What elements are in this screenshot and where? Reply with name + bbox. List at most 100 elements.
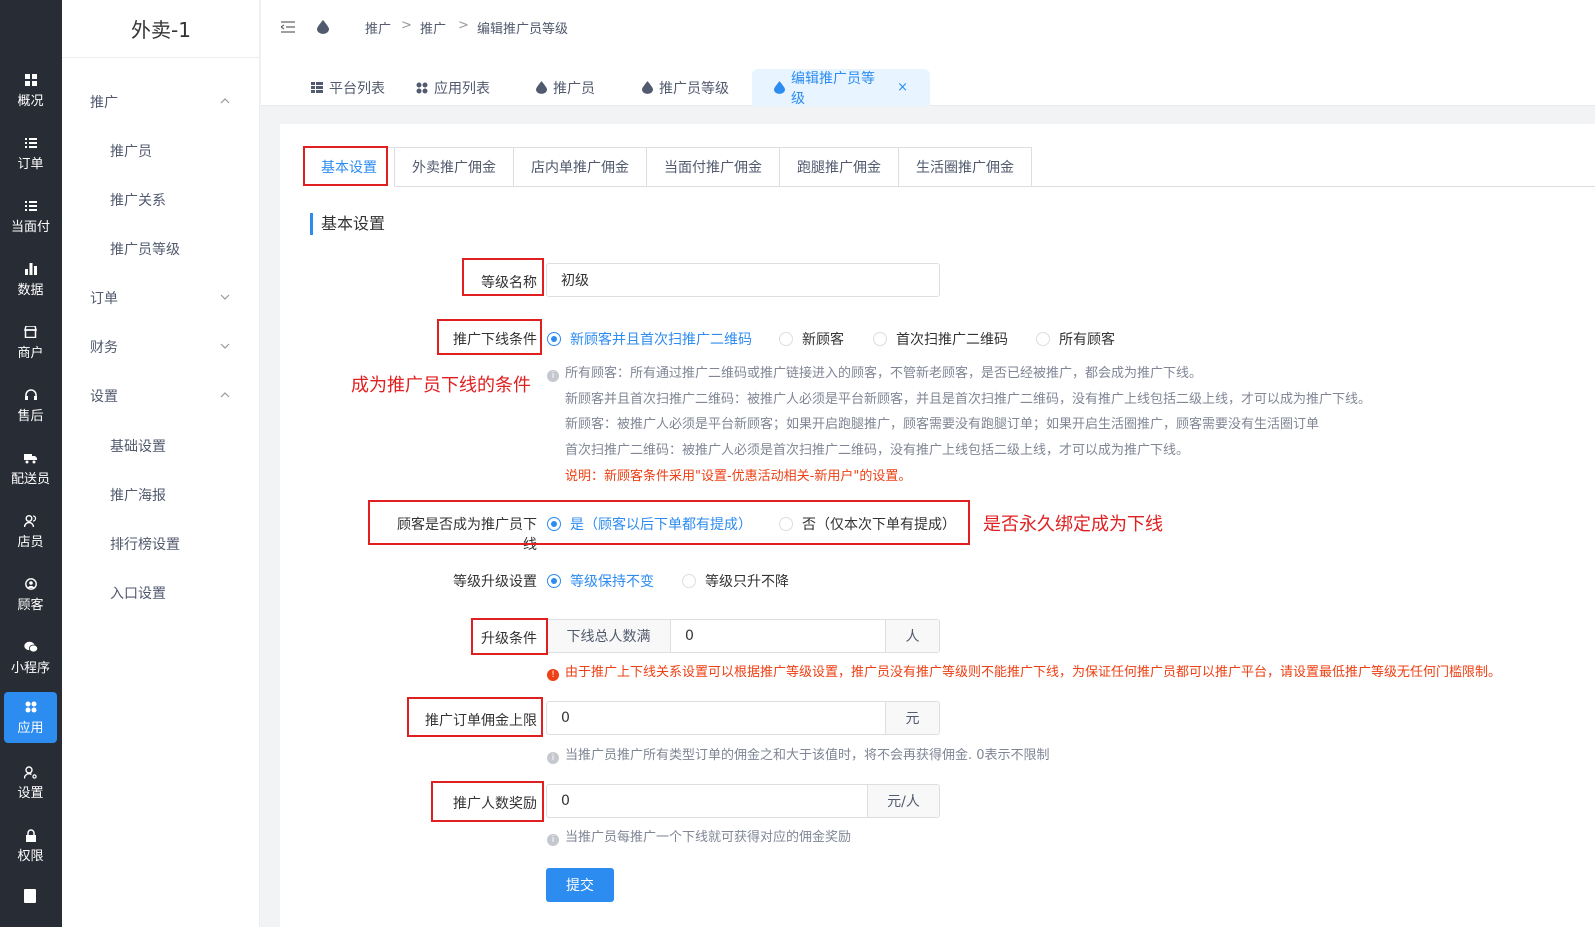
nav-label: 商户 [17,346,44,361]
condition-all-customers-radio[interactable]: 所有顾客 [1036,329,1115,349]
tab-instore-commission[interactable]: 店内单推广佣金 [514,147,647,187]
sidebar-group-order[interactable]: 订单 [62,278,260,318]
tab-life-commission[interactable]: 生活圈推广佣金 [899,147,1032,187]
annotation-box [431,781,544,822]
condition-note: 说明：新顾客条件采用"设置-优惠活动相关-新用户"的设置。 [565,469,912,484]
nav-item-aftersale[interactable]: 售后 [4,379,57,433]
nav-label: 数据 [17,283,44,298]
sidebar-item-relation[interactable]: 推广关系 [62,180,260,220]
nav-label: 应用 [17,720,44,736]
tab-edit-level[interactable]: 编辑推广员等级 × [752,69,930,107]
annotation-box [462,258,544,296]
sidebar-group-finance[interactable]: 财务 [62,327,260,367]
group-label: 推广 [90,95,118,111]
sidebar-item-ranking[interactable]: 排行榜设置 [62,524,260,564]
nav-label: 权限 [17,849,44,864]
nav-item-miniprogram[interactable]: 小程序 [4,631,57,685]
radio-label: 等级保持不变 [570,574,654,590]
condition-first-scan-radio[interactable]: 首次扫推广二维码 [873,329,1008,349]
item-label: 推广员 [110,144,152,160]
report-icon[interactable] [24,889,36,903]
referral-reward-input[interactable]: 0 [546,784,868,818]
tab-takeout-commission[interactable]: 外卖推广佣金 [395,147,514,187]
nav-item-facepay[interactable]: 当面付 [4,190,57,244]
upgrade-keep-radio[interactable]: 等级保持不变 [547,571,654,591]
annotation-box [303,146,388,186]
sidebar-item-promoter[interactable]: 推广员 [62,131,260,171]
tab-apps-list[interactable]: 应用列表 [416,69,490,106]
sidebar-item-poster[interactable]: 推广海报 [62,475,260,515]
nav-item-merchant[interactable]: 商户 [4,316,57,370]
commission-cap-hint: i 当推广员推广所有类型订单的佣金之和大于该值时，将不会再获得佣金. 0表示不限制 [547,744,1050,764]
commission-cap-input[interactable]: 0 [546,701,886,735]
referral-reward-hint: i 当推广员每推广一个下线就可获得对应的佣金奖励 [547,826,851,846]
dashboard-icon [24,73,38,87]
submit-button[interactable]: 提交 [546,868,614,902]
apps-icon [24,700,38,714]
radio-dot [682,574,696,588]
referral-reward-unit: 元/人 [867,784,940,818]
nav-item-staff[interactable]: 店员 [4,505,57,559]
sidebar-group-settings[interactable]: 设置 [62,376,260,416]
condition-hint-new-first: 新顾客并且首次扫推广二维码：被推广人必须是平台新顾客，并且是首次扫推广二维码，没… [565,392,1372,407]
warning-icon: ! [547,669,559,681]
radio-label: 等级只升不降 [705,574,789,590]
tab-label: 平台列表 [329,80,385,97]
tab-facepay-commission[interactable]: 当面付推广佣金 [647,147,780,187]
nav-item-permission[interactable]: 权限 [4,819,57,873]
radio-label: 首次扫推广二维码 [896,332,1008,348]
chevron-up-icon [220,98,230,104]
breadcrumb-item[interactable]: 推广 [420,18,446,37]
upgrade-condition-input[interactable]: 0 [670,619,886,653]
hint-text: 当推广员每推广一个下线就可获得对应的佣金奖励 [565,830,852,845]
sidebar-item-basic[interactable]: 基础设置 [62,426,260,466]
sub-sidebar: 外卖-1 推广 推广员 推广关系 推广员等级 订单 财务 设置 基础设置 推广海… [62,0,260,927]
annotation-box [368,500,970,545]
group-label: 财务 [90,340,118,356]
drop-icon [774,81,785,94]
nav-item-data[interactable]: 数据 [4,253,57,307]
sidebar-item-level[interactable]: 推广员等级 [62,229,260,269]
nav-label: 店员 [17,535,44,550]
tab-errand-commission[interactable]: 跑腿推广佣金 [780,147,899,187]
collapse-menu-icon[interactable] [281,21,295,33]
drop-icon [536,81,547,94]
apps-icon [416,82,428,94]
customer-icon [24,577,38,591]
condition-new-customer-radio[interactable]: 新顾客 [779,329,844,349]
upgrade-setting-label: 等级升级设置 [453,574,537,590]
upgrade-only-up-radio[interactable]: 等级只升不降 [682,571,789,591]
breadcrumb-item[interactable]: 推广 [365,18,391,37]
nav-item-courier[interactable]: 配送员 [4,442,57,496]
annotation-box [407,697,543,737]
drop-icon [642,81,653,94]
level-name-input[interactable]: 初级 [546,263,940,297]
tab-promoter-level[interactable]: 推广员等级 [642,69,729,106]
settings-tabs: 基本设置 外卖推广佣金 店内单推广佣金 当面付推广佣金 跑腿推广佣金 生活圈推广… [303,147,1595,187]
nav-item-apps[interactable]: 应用 [4,692,57,743]
radio-dot [547,332,561,346]
sidebar-item-entry[interactable]: 入口设置 [62,573,260,613]
nav-item-customer[interactable]: 顾客 [4,568,57,622]
nav-item-settings[interactable]: 设置 [4,756,57,810]
nav-item-orders[interactable]: 订单 [4,127,57,181]
staff-icon [24,514,38,528]
radio-dot [1036,332,1050,346]
tab-platform-list[interactable]: 平台列表 [311,69,385,106]
drop-icon [317,20,329,34]
close-icon[interactable]: × [897,80,908,95]
radio-dot [547,574,561,588]
item-label: 推广海报 [110,488,166,504]
tab-promoter[interactable]: 推广员 [536,69,595,106]
sidebar-group-promote[interactable]: 推广 [62,82,260,122]
nav-label: 订单 [17,157,44,172]
radio-dot [779,332,793,346]
nav-item-overview[interactable]: 概况 [4,64,57,118]
condition-new-and-first-scan-radio[interactable]: 新顾客并且首次扫推广二维码 [547,329,752,349]
annotation-condition-text: 成为推广员下线的条件 [351,375,531,396]
annotation-binding-text: 是否永久绑定成为下线 [983,514,1163,535]
item-label: 入口设置 [110,586,166,602]
list-grid-icon [311,82,323,93]
radio-label: 新顾客并且首次扫推广二维码 [570,332,752,348]
nav-label: 配送员 [10,472,50,487]
